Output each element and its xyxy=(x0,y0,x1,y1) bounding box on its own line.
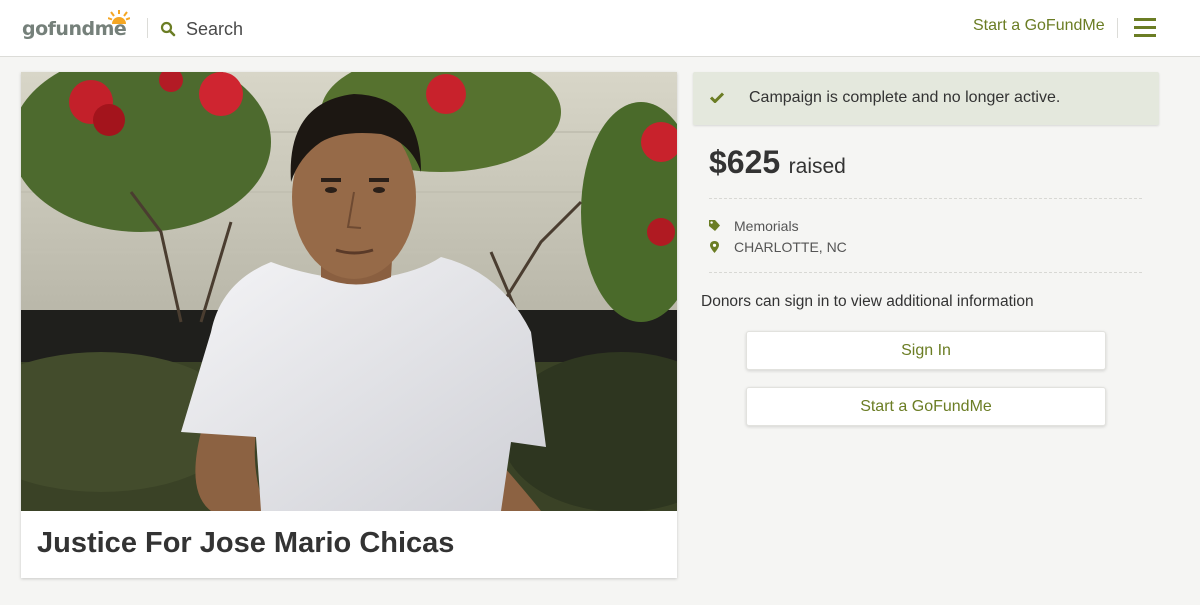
start-gofundme-link[interactable]: Start a GoFundMe xyxy=(973,17,1105,35)
header-divider xyxy=(1117,18,1118,38)
category-label: Memorials xyxy=(734,218,799,234)
location-pin-icon xyxy=(710,241,719,253)
search-button[interactable]: Search xyxy=(160,15,243,43)
tag-icon xyxy=(709,220,720,231)
sign-in-button[interactable]: Sign In xyxy=(746,331,1106,370)
divider xyxy=(709,198,1142,199)
site-header: gofundme Search Start a GoFundMe xyxy=(0,0,1200,57)
campaign-photo xyxy=(21,72,677,511)
menu-icon[interactable] xyxy=(1134,18,1156,37)
campaign-title: Justice For Jose Mario Chicas xyxy=(37,527,455,559)
gofundme-logo[interactable]: gofundme xyxy=(22,10,130,42)
divider xyxy=(709,272,1142,273)
location-row: CHARLOTTE, NC xyxy=(709,238,847,256)
search-icon xyxy=(160,21,176,37)
status-text: Campaign is complete and no longer activ… xyxy=(749,89,1061,106)
check-icon xyxy=(710,92,724,103)
header-divider xyxy=(147,18,148,38)
category-row[interactable]: Memorials xyxy=(709,217,799,235)
location-label: CHARLOTTE, NC xyxy=(734,239,847,255)
raised-label: raised xyxy=(788,155,846,178)
amount-raised: $625 raised xyxy=(709,144,846,181)
campaign-card: Justice For Jose Mario Chicas xyxy=(21,72,677,578)
raised-amount: $625 xyxy=(709,144,781,180)
campaign-status-banner: Campaign is complete and no longer activ… xyxy=(693,72,1159,125)
search-label: Search xyxy=(186,18,244,39)
logo-sun-icon xyxy=(108,10,130,24)
donors-sign-in-text: Donors can sign in to view additional in… xyxy=(701,293,1034,310)
start-gofundme-button[interactable]: Start a GoFundMe xyxy=(746,387,1106,426)
